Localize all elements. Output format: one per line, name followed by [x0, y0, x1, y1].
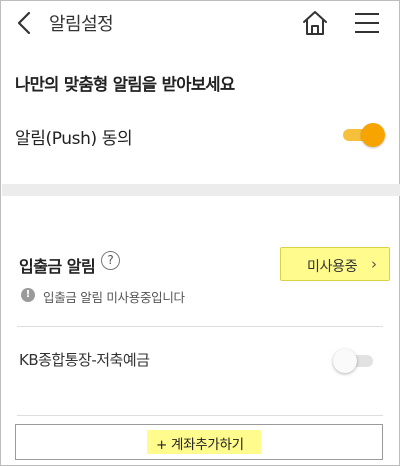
- add-account-label: + 계좌추가하기: [156, 437, 244, 453]
- status-button-label: 미사용중: [307, 259, 358, 275]
- deposit-alert-title: 입출금 알림: [19, 257, 96, 276]
- page-title: 알림설정: [49, 14, 114, 35]
- push-consent-toggle[interactable]: [341, 123, 385, 147]
- account-alert-toggle[interactable]: [333, 349, 377, 373]
- push-consent-label: 알림(Push) 동의: [15, 129, 133, 149]
- info-text: 입출금 알림 미사용중입니다: [43, 290, 185, 305]
- toggle-knob: [333, 349, 357, 373]
- add-account-highlight: + 계좌추가하기: [147, 430, 261, 454]
- account-name: KB종합통장-저축예금: [19, 351, 150, 369]
- section-divider: [2, 184, 400, 196]
- intro-subtitle: 나만의 맞춤형 알림을 받아보세요: [15, 75, 235, 94]
- menu-icon[interactable]: [353, 11, 381, 35]
- app-frame: 알림설정 나만의 맞춤형 알림을 받아보세요 알림(Push) 동의 입출금 알…: [0, 0, 400, 466]
- divider: [17, 326, 383, 327]
- chevron-right-icon: ›: [371, 255, 377, 273]
- home-icon[interactable]: [301, 9, 329, 37]
- toggle-knob: [361, 123, 385, 147]
- divider: [17, 415, 383, 416]
- info-icon: !: [21, 288, 35, 302]
- help-icon[interactable]: ?: [101, 251, 120, 270]
- add-account-button[interactable]: + 계좌추가하기: [15, 424, 383, 460]
- header: 알림설정: [1, 1, 400, 47]
- deposit-alert-status-button[interactable]: 미사용중 ›: [280, 247, 390, 281]
- back-icon[interactable]: [15, 11, 35, 35]
